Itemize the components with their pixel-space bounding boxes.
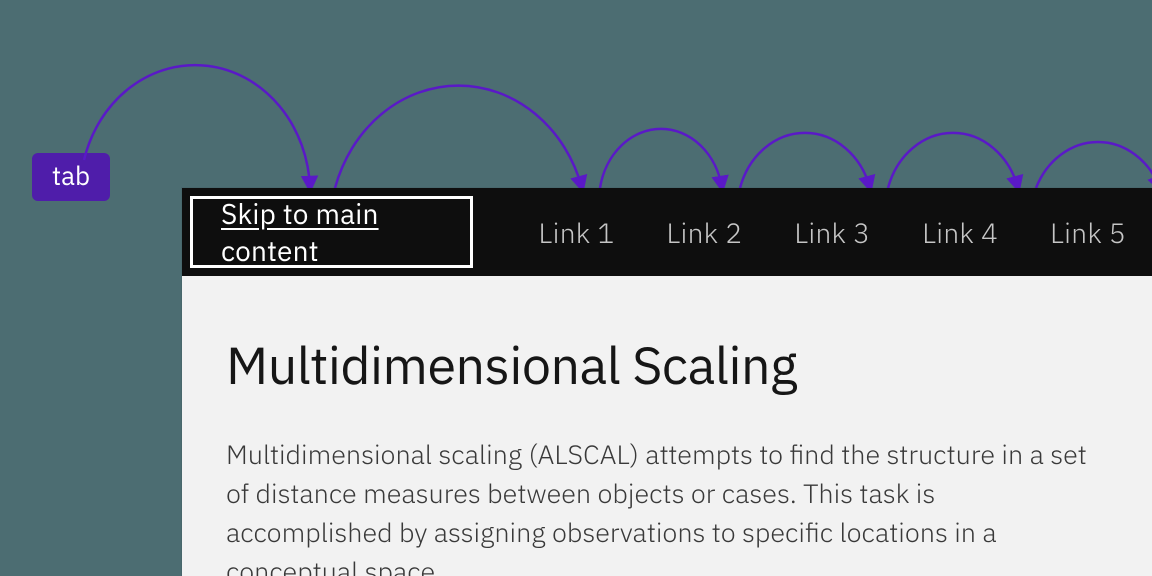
article-body: Multidimensional scaling (ALSCAL) attemp… <box>226 435 1108 576</box>
nav-links: Link 1 Link 2 Link 3 Link 4 Link 5 <box>513 214 1152 251</box>
nav-link-2[interactable]: Link 2 <box>640 214 768 251</box>
main-content: Multidimensional Scaling Multidimensiona… <box>182 276 1152 576</box>
nav-link-5[interactable]: Link 5 <box>1024 214 1152 251</box>
browser-window: Skip to main content Link 1 Link 2 Link … <box>182 188 1152 576</box>
page-title: Multidimensional Scaling <box>226 332 1108 399</box>
navbar: Skip to main content Link 1 Link 2 Link … <box>182 188 1152 276</box>
nav-link-1[interactable]: Link 1 <box>513 214 641 251</box>
skip-to-main-link[interactable]: Skip to main content <box>190 196 473 268</box>
tab-key-chip: tab <box>32 153 110 201</box>
nav-link-3[interactable]: Link 3 <box>768 214 896 251</box>
nav-link-4[interactable]: Link 4 <box>896 214 1024 251</box>
